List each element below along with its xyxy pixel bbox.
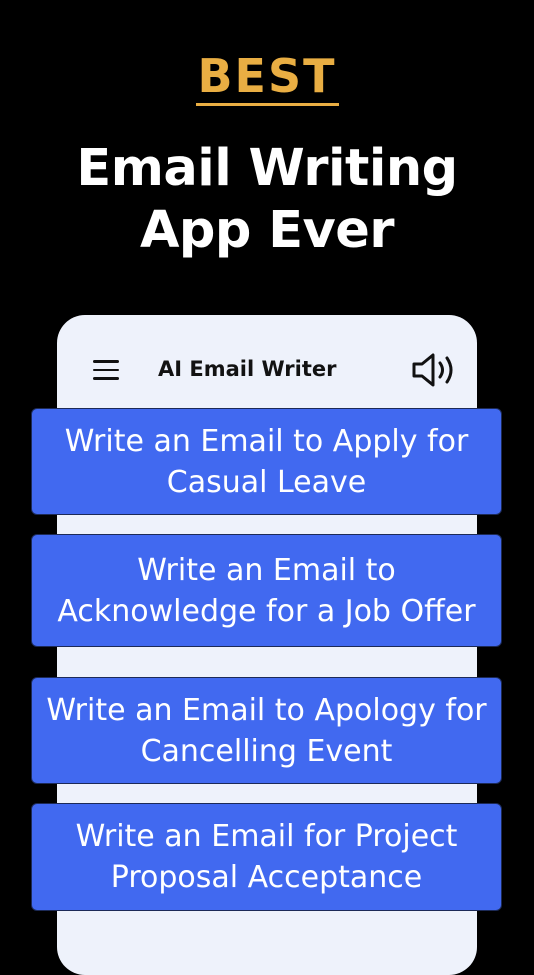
headline-line-2: App Ever: [139, 201, 395, 260]
hamburger-menu-icon[interactable]: [93, 360, 119, 380]
app-bar: AI Email Writer: [57, 315, 477, 415]
speaker-volume-icon[interactable]: [411, 352, 459, 388]
prompt-card-job-offer[interactable]: Write an Email to Acknowledge for a Job …: [31, 534, 502, 647]
headline: Email Writing App Ever: [0, 138, 534, 262]
app-title: AI Email Writer: [158, 357, 337, 381]
best-underline: [196, 103, 339, 106]
prompt-card-apology-event[interactable]: Write an Email to Apology for Cancelling…: [31, 677, 502, 784]
prompt-card-project-proposal[interactable]: Write an Email for Project Proposal Acce…: [31, 803, 502, 911]
headline-line-1: Email Writing: [76, 139, 458, 198]
prompt-card-casual-leave[interactable]: Write an Email to Apply for Casual Leave: [31, 408, 502, 515]
best-badge: BEST: [197, 49, 337, 103]
